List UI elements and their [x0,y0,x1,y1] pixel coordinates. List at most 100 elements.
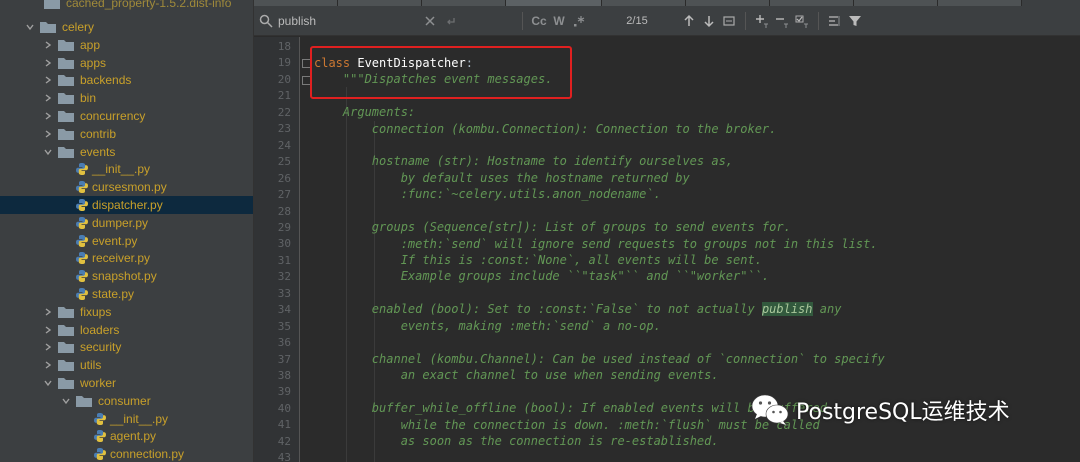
line-number: 25 [277,155,291,169]
tree-item-label: event.py [92,233,138,248]
tree-item-cursesmon-py[interactable]: cursesmon.py [0,178,253,196]
tree-item-label: security [80,340,122,355]
line-number: 42 [277,434,291,448]
tree-item-celery[interactable]: celery [0,18,253,36]
search-field[interactable] [254,6,516,36]
docstring-text: :func:`~celery.utils.anon_nodename`. [400,187,661,201]
tree-item-label: events [80,144,116,159]
line-number: 38 [277,369,291,382]
folder-icon [58,128,74,140]
watermark: PostgreSQL运维技术 [750,388,1010,432]
project-tree[interactable]: cached_property-1.5.2.dist-info celery ap… [0,0,254,462]
line-number: 40 [277,401,291,415]
tree-item-worker[interactable]: worker [0,374,253,392]
code-line-31: If this is :const:`None`, all events wil… [314,253,762,267]
tree-item-dispatcher-py[interactable]: dispatcher.py [0,196,253,214]
tree-item-label: fixups [80,304,112,319]
tree-item-connection-py[interactable]: connection.py [0,445,253,462]
divider [522,11,523,30]
tree-item-contrib[interactable]: contrib [0,125,253,143]
tree-item-snapshot-py[interactable]: snapshot.py [0,267,253,285]
tree-item-app[interactable]: app [0,36,253,54]
tree-item-agent-py[interactable]: agent.py [0,427,253,445]
select-occurrences-icon[interactable] [719,11,739,31]
python-file-icon [94,429,106,443]
folder-icon [58,359,74,372]
divider [745,11,746,30]
history-icon[interactable] [440,11,460,31]
docstring-text: any [812,302,842,316]
line-number: 33 [277,286,291,300]
chevron-right-icon[interactable] [42,74,54,86]
chevron-down-icon[interactable] [42,377,54,389]
line-number: 28 [277,204,291,218]
tree-item-events[interactable]: events [0,143,253,161]
chevron-down-icon[interactable] [60,395,72,407]
tree-item-label: state.py [92,287,135,301]
chevron-right-icon[interactable] [42,92,54,104]
filter-icon[interactable] [845,11,865,31]
folder-icon [58,377,74,389]
tree-item-loaders[interactable]: loaders [0,321,253,339]
tree-item-label: consumer [98,393,151,408]
tree-item-label: app [80,37,101,52]
line-number: 31 [277,253,291,267]
tree-item-label: dumper.py [92,215,149,230]
tree-item-receiver-py[interactable]: receiver.py [0,249,253,267]
tree-item-label: cursesmon.py [92,180,167,195]
tree-item-security[interactable]: security [0,338,253,356]
tree-item-consumer[interactable]: consumer [0,392,253,410]
regex-icon[interactable] [569,11,589,31]
chevron-right-icon[interactable] [42,57,54,69]
chevron-right-icon[interactable] [42,128,54,140]
tree-item-bin[interactable]: bin [0,89,253,107]
code-line-30: :meth:`send` will ignore send requests t… [314,237,878,251]
search-icon[interactable] [258,13,274,29]
line-number-gutter: 18 19 20 21 22 23 24 25 26 27 28 29 30 31 32 33 34 35 36 37… [254,37,300,462]
code-line-37: channel (kombu.Channel): Can be used ins… [314,352,885,366]
tree-item-backends[interactable]: backends [0,71,253,89]
line-number: 20 [277,72,291,86]
chevron-right-icon[interactable] [42,306,54,318]
chevron-right-icon[interactable] [42,39,54,51]
chevron-down-icon[interactable] [24,21,36,33]
search-input[interactable] [278,13,398,28]
whole-word-button[interactable]: W [549,11,569,31]
code-line-41: while the connection is down. :meth:`flu… [314,418,820,432]
chevron-right-icon[interactable] [42,324,54,336]
tree-item-event-py[interactable]: event.py [0,232,253,250]
tree-item-state-py[interactable]: state.py [0,285,253,303]
line-number: 30 [277,237,291,251]
tree-item-label: __init__.py [110,411,169,426]
select-all-occurrences-icon[interactable] [792,11,812,31]
tree-item-dumper-py[interactable]: dumper.py [0,214,253,232]
add-occurrence-icon[interactable] [752,11,772,31]
chevron-right-icon[interactable] [42,341,54,353]
tree-item-init-py[interactable]: __init__.py [0,160,253,178]
chevron-right-icon[interactable] [42,359,54,371]
next-match-icon[interactable] [699,11,719,31]
filter-lines-icon[interactable] [825,11,845,31]
folder-icon [40,21,56,33]
previous-match-icon[interactable] [679,11,699,31]
chevron-down-icon[interactable] [42,146,54,158]
python-file-icon [76,162,88,176]
tree-item-partial[interactable]: cached_property-1.5.2.dist-info [0,0,253,12]
docstring-text: by default uses the hostname returned by [400,171,690,185]
tree-item-init-py[interactable]: __init__.py [0,410,253,428]
chevron-right-icon[interactable] [42,110,54,122]
remove-occurrence-icon[interactable] [772,11,792,31]
tree-item-concurrency[interactable]: concurrency [0,107,253,125]
line-number: 41 [277,418,291,432]
match-case-button[interactable]: Cc [529,11,549,31]
code-line-35: events, making :meth:`send` a no-op. [314,319,661,333]
tree-item-fixups[interactable]: fixups [0,303,253,321]
folder-icon [58,324,74,336]
tree-item-utils[interactable]: utils [0,356,253,374]
folder-icon [58,146,74,158]
tree-item-apps[interactable]: apps [0,54,253,72]
clear-icon[interactable] [420,11,440,31]
code-line-42: as soon as the connection is re-establis… [314,434,719,448]
wechat-logo-icon [751,394,789,425]
line-number: 21 [277,89,291,103]
